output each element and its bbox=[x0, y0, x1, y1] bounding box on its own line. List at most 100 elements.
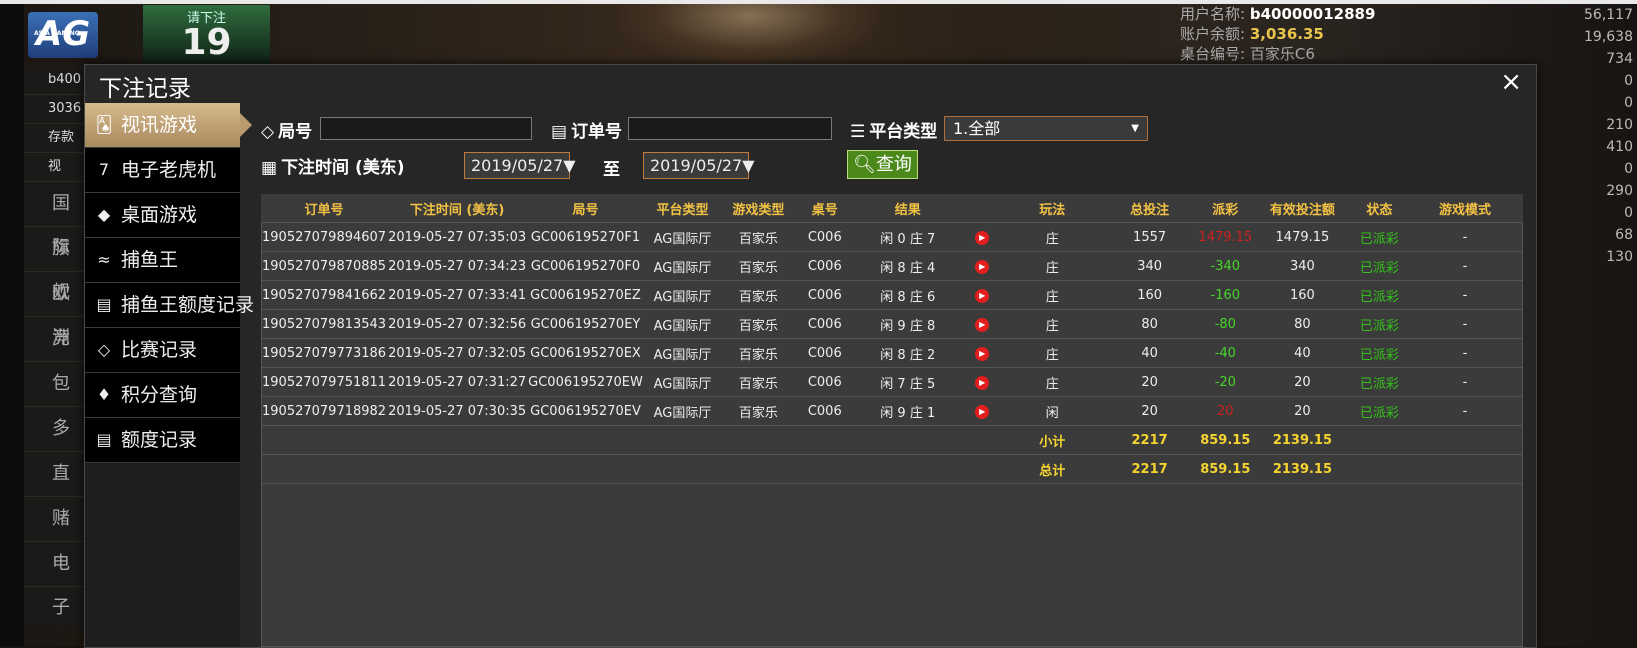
empty-cell bbox=[643, 425, 722, 455]
play-video-icon[interactable]: ▶ bbox=[975, 405, 990, 419]
nav-item[interactable]: ◇ 比赛记录 bbox=[85, 328, 240, 373]
nav-item[interactable]: ▤ 捕鱼王额度记录 bbox=[85, 283, 254, 328]
table-cell: C006 bbox=[795, 367, 854, 397]
bet-timer: 请下注 19 bbox=[143, 5, 270, 65]
empty-cell bbox=[1407, 454, 1523, 484]
table-row: 190527079813543 2019-05-27 07:32:56 GC0061… bbox=[261, 309, 1523, 339]
platform-select[interactable]: 1.全部 ▼ bbox=[944, 116, 1148, 141]
background-sidebar-item: 国际 bbox=[24, 182, 86, 258]
valid-bet-cell: 20 bbox=[1253, 396, 1352, 426]
note-icon: ▤ bbox=[96, 430, 112, 449]
stat-number: 410 bbox=[1606, 139, 1633, 155]
sum-bet-cell: 2217 bbox=[1101, 425, 1198, 455]
valid-bet-cell: 1479.15 bbox=[1253, 222, 1352, 252]
table-name: 百家乐C6 bbox=[1249, 45, 1315, 63]
order-cell: 190527079841662 bbox=[261, 280, 388, 310]
stat-number: 0 bbox=[1624, 205, 1633, 221]
empty-cell bbox=[261, 454, 388, 484]
nav-item[interactable]: ≈ 捕鱼王 bbox=[85, 238, 240, 283]
status-cell: 已派彩 bbox=[1351, 396, 1408, 426]
order-input[interactable] bbox=[628, 117, 832, 140]
play-video-icon[interactable]: ▶ bbox=[975, 231, 990, 245]
timer-value: 19 bbox=[181, 22, 232, 63]
replay-cell[interactable]: ▶ bbox=[961, 396, 1003, 426]
platform-cell: AG国际厅 bbox=[643, 222, 722, 252]
nav-item-label: 视讯游戏 bbox=[121, 114, 198, 136]
dropdown-arrow-icon: ▼ bbox=[1131, 123, 1139, 134]
column-header bbox=[961, 194, 1003, 223]
column-header: 玩法 bbox=[1002, 194, 1102, 223]
column-header: 总投注 bbox=[1101, 194, 1198, 223]
sum-label-cell: 总计 bbox=[1002, 454, 1102, 484]
empty-cell bbox=[853, 454, 962, 484]
replay-cell[interactable]: ▶ bbox=[961, 338, 1003, 368]
replay-cell[interactable]: ▶ bbox=[961, 280, 1003, 310]
replay-cell[interactable]: ▶ bbox=[961, 251, 1003, 281]
bet-amount-cell: 20 bbox=[1101, 367, 1198, 397]
round-input[interactable] bbox=[320, 117, 532, 140]
nav-item-label: 额度记录 bbox=[121, 429, 198, 451]
close-icon[interactable]: × bbox=[1500, 67, 1522, 97]
round-cell: GC006195270F1 bbox=[527, 222, 644, 252]
empty-cell bbox=[1351, 425, 1408, 455]
game-mode-cell: - bbox=[1407, 396, 1523, 426]
replay-cell[interactable]: ▶ bbox=[961, 309, 1003, 339]
game-type-cell: 百家乐 bbox=[721, 396, 796, 426]
stat-number: 130 bbox=[1606, 249, 1633, 265]
table-row: 190527079773186 2019-05-27 07:32:05 GC0061… bbox=[261, 338, 1523, 368]
dealer-video bbox=[620, 4, 880, 64]
empty-cell bbox=[961, 425, 1003, 455]
background-sidebar-item: 3036 bbox=[24, 95, 86, 124]
stat-number: 19,638 bbox=[1584, 29, 1633, 45]
time-cell: 2019-05-27 07:32:05 bbox=[387, 338, 528, 368]
play-video-icon[interactable]: ▶ bbox=[975, 289, 990, 303]
sum-payout-cell: 859.15 bbox=[1197, 454, 1254, 484]
play-video-icon[interactable]: ▶ bbox=[975, 260, 990, 274]
nav-item[interactable]: ◆ 桌面游戏 bbox=[85, 193, 240, 238]
bet-type-cell: 闲 bbox=[1002, 396, 1102, 426]
record-type-nav: 🂡 视讯游戏 7 电子老虎机 ◆ 桌面游戏 ≈ 捕鱼王 ▤ 捕鱼王额度记录 ◇ 比赛记录 ♦ 积分查询 ▤ 额… bbox=[85, 103, 254, 647]
replay-cell[interactable]: ▶ bbox=[961, 367, 1003, 397]
bet-amount-cell: 40 bbox=[1101, 338, 1198, 368]
result-cell: 闲 0 庄 7 bbox=[853, 222, 962, 252]
empty-cell bbox=[795, 454, 854, 484]
platform-cell: AG国际厅 bbox=[643, 338, 722, 368]
result-cell: 闲 8 庄 4 bbox=[853, 251, 962, 281]
order-cell: 190527079813543 bbox=[261, 309, 388, 339]
nav-item[interactable]: 7 电子老虎机 bbox=[85, 148, 240, 193]
status-cell: 已派彩 bbox=[1351, 280, 1408, 310]
date-from-select[interactable]: 2019/05/27▼ bbox=[464, 152, 576, 179]
nav-item-label: 捕鱼王额度记录 bbox=[121, 294, 255, 316]
game-mode-cell: - bbox=[1407, 309, 1523, 339]
background-sidebar: b400 3036 存款视国际 旗舰 欧洲竞包多直赌电子 bbox=[24, 66, 86, 626]
status-cell: 已派彩 bbox=[1351, 222, 1408, 252]
round-cell: GC006195270EZ bbox=[527, 280, 644, 310]
replay-cell[interactable]: ▶ bbox=[961, 222, 1003, 252]
sum-valid-cell: 2139.15 bbox=[1253, 454, 1352, 484]
empty-cell bbox=[795, 425, 854, 455]
empty-cell bbox=[1407, 425, 1523, 455]
bet-type-cell: 庄 bbox=[1002, 280, 1102, 310]
nav-item-label: 比赛记录 bbox=[121, 339, 198, 361]
bet-record-modal: 下注记录 × 🂡 视讯游戏 7 电子老虎机 ◆ 桌面游戏 ≈ 捕鱼王 ▤ 捕鱼王额度记录 ◇ 比赛记录… bbox=[84, 64, 1537, 648]
order-label: ▤ 订单号 bbox=[551, 122, 623, 142]
status-cell: 已派彩 bbox=[1351, 338, 1408, 368]
query-button[interactable]: 🔍︎查询 bbox=[847, 150, 918, 179]
game-mode-cell: - bbox=[1407, 280, 1523, 310]
nav-item[interactable]: ▤ 额度记录 bbox=[85, 418, 240, 463]
play-video-icon[interactable]: ▶ bbox=[975, 376, 990, 390]
bet-amount-cell: 160 bbox=[1101, 280, 1198, 310]
valid-bet-cell: 20 bbox=[1253, 367, 1352, 397]
play-video-icon[interactable]: ▶ bbox=[975, 318, 990, 332]
ag-logo: AG ASIA GAMING bbox=[28, 12, 98, 58]
empty-cell bbox=[853, 425, 962, 455]
nav-item[interactable]: 🂡 视讯游戏 bbox=[85, 103, 252, 148]
column-header: 下注时间 (美东) bbox=[387, 194, 528, 223]
time-cell: 2019-05-27 07:34:23 bbox=[387, 251, 528, 281]
nav-item[interactable]: ♦ 积分查询 bbox=[85, 373, 240, 418]
stat-number: 56,117 bbox=[1584, 7, 1633, 23]
bet-amount-cell: 1557 bbox=[1101, 222, 1198, 252]
play-video-icon[interactable]: ▶ bbox=[975, 347, 990, 361]
order-cell: 190527079773186 bbox=[261, 338, 388, 368]
date-to-select[interactable]: 2019/05/27▼ bbox=[643, 152, 755, 179]
